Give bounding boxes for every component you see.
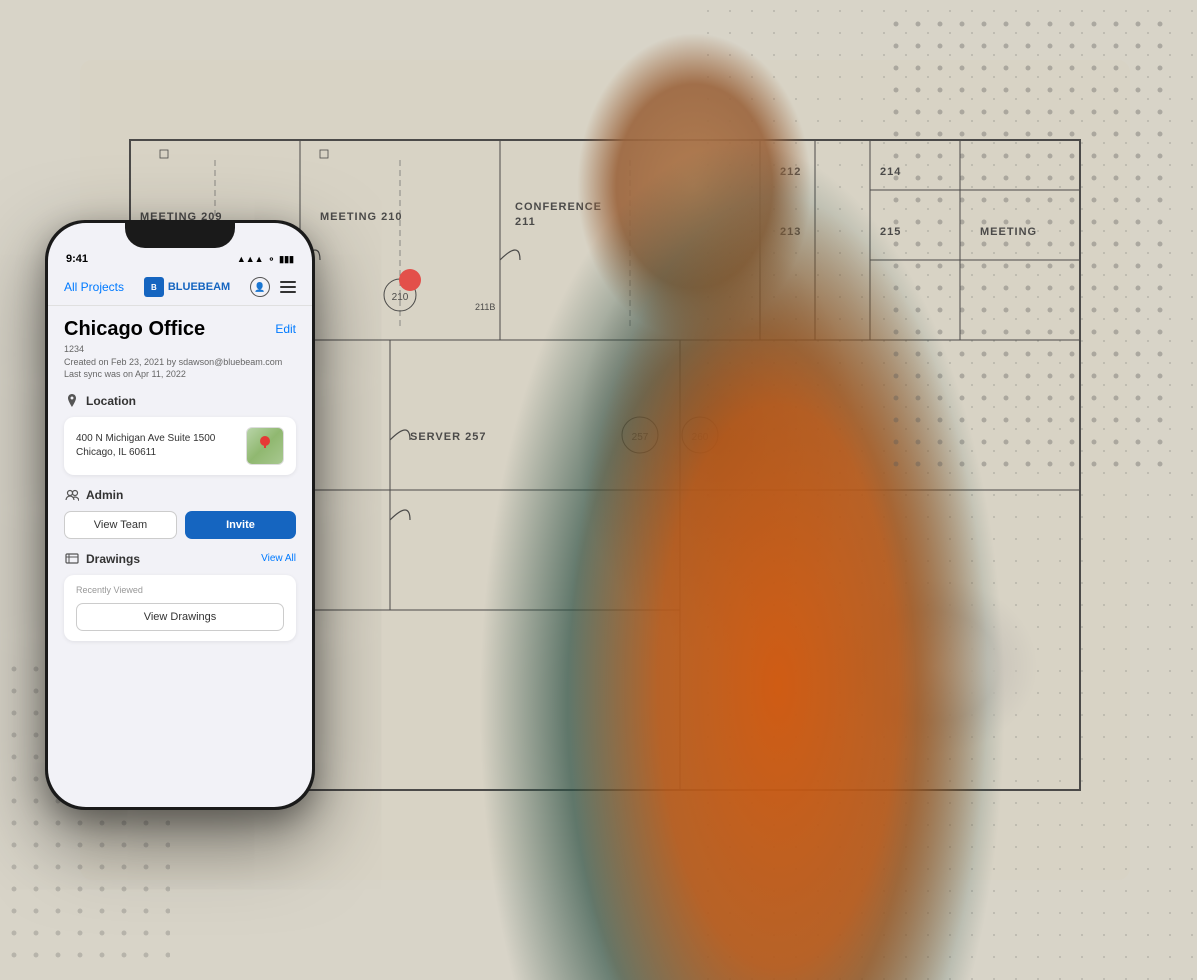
address-line2: Chicago, IL 60611 [76,446,215,460]
map-pin [260,436,270,448]
battery-icon: ▮▮▮ [279,254,294,265]
phone-screen: 9:41 ▲▲▲ ⚬ ▮▮▮ All Projects B BLUEBEAM [48,223,312,807]
edit-link[interactable]: Edit [275,322,296,336]
project-title: Chicago Office [64,318,205,341]
profile-icon[interactable]: 👤 [250,277,270,297]
view-drawings-button[interactable]: View Drawings [76,603,284,631]
admin-section: Admin View Team Invite [64,487,296,539]
location-address: 400 N Michigan Ave Suite 1500 Chicago, I… [76,432,215,460]
map-thumbnail[interactable] [246,427,284,465]
admin-icon [64,487,80,503]
project-created: Created on Feb 23, 2021 by sdawson@blueb… [64,356,296,369]
menu-icon[interactable] [280,281,296,293]
location-icon [64,393,80,409]
project-last-sync: Last sync was on Apr 11, 2022 [64,368,296,381]
admin-section-header: Admin [64,487,296,503]
all-projects-link[interactable]: All Projects [64,280,124,294]
admin-label: Admin [86,488,123,502]
drawings-icon [64,551,80,567]
drawings-section-header: Drawings View All [64,551,296,567]
location-section: Location 400 N Michigan Ave Suite 1500 C… [64,393,296,475]
bb-logo-icon: B [144,277,164,297]
drawings-card: Recently Viewed View Drawings [64,575,296,641]
address-line1: 400 N Michigan Ave Suite 1500 [76,432,215,446]
status-icons: ▲▲▲ ⚬ ▮▮▮ [237,254,294,265]
drawings-label: Drawings [86,552,140,566]
recently-viewed-label: Recently Viewed [76,585,284,595]
drawings-title-row: Drawings [64,551,140,567]
project-id: 1234 [64,343,296,356]
view-team-button[interactable]: View Team [64,511,177,539]
wifi-icon: ⚬ [268,254,276,265]
admin-buttons: View Team Invite [64,511,296,539]
nav-icons: 👤 [250,277,296,297]
phone-nav-bar: All Projects B BLUEBEAM 👤 [48,273,312,306]
phone-content: Chicago Office Edit 1234 Created on Feb … [48,306,312,800]
view-all-link[interactable]: View All [261,553,296,564]
location-section-header: Location [64,393,296,409]
signal-icon: ▲▲▲ [237,254,264,264]
bluebeam-logo: B BLUEBEAM [144,277,230,297]
phone-mockup: 9:41 ▲▲▲ ⚬ ▮▮▮ All Projects B BLUEBEAM [45,220,315,810]
brand-name: BLUEBEAM [168,281,230,293]
scene: MEETING 209 MEETING 210 CONFERENCE 211 2… [0,0,1197,980]
status-time: 9:41 [66,253,88,265]
drawings-section: Drawings View All Recently Viewed View D… [64,551,296,641]
location-label: Location [86,394,136,408]
project-title-row: Chicago Office Edit [64,318,296,341]
dot-grid-overlay [892,20,1172,485]
phone-frame: 9:41 ▲▲▲ ⚬ ▮▮▮ All Projects B BLUEBEAM [45,220,315,810]
phone-notch [125,223,235,248]
location-card: 400 N Michigan Ave Suite 1500 Chicago, I… [64,417,296,475]
project-meta: 1234 Created on Feb 23, 2021 by sdawson@… [64,343,296,381]
invite-button[interactable]: Invite [185,511,296,539]
